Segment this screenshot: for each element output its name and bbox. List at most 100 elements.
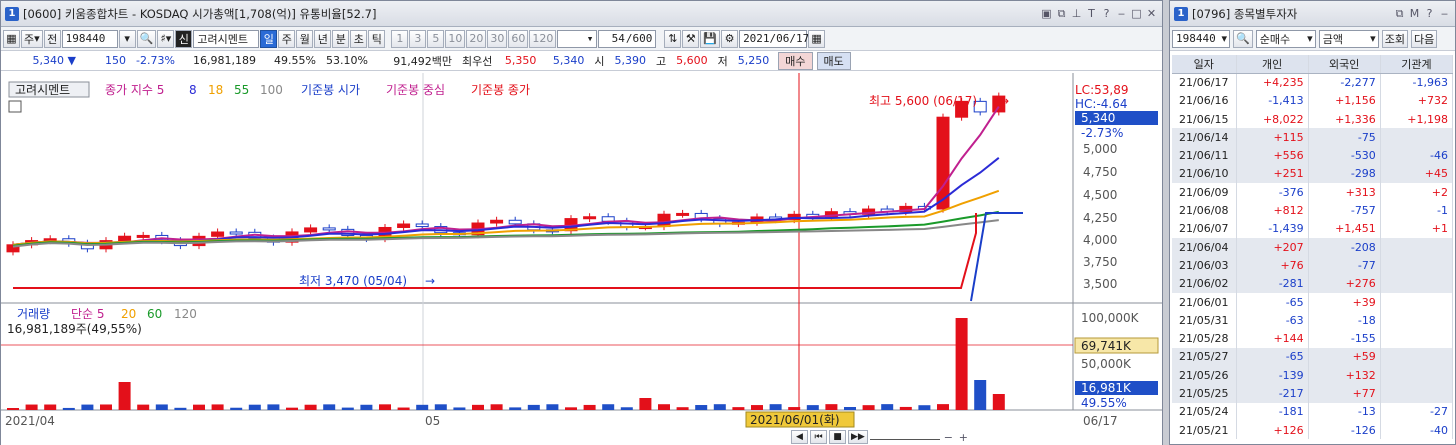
interval-button-60[interactable]: 60 [508,29,529,48]
query-button[interactable]: 조회 [1381,29,1408,48]
investor-table-body: 21/06/17 +4,235 -2,277 -1,963 21/06/16 -1,413… [1172,73,1454,440]
tools-icon[interactable]: ⚒ [682,29,700,48]
pin-icon[interactable]: ⊥ [1070,7,1083,20]
copy-window-icon[interactable]: ⧉ [1393,7,1406,20]
volume-ma-60: 60 [147,307,162,321]
table-row[interactable]: 21/06/03 +76 -77 [1172,256,1454,275]
table-row[interactable]: 21/06/15 +8,022 +1,336 +1,198 [1172,109,1454,129]
copy-window-icon[interactable]: ⧉ [1055,7,1068,20]
font-icon[interactable]: T [1085,7,1098,20]
calendar-icon[interactable]: ▦ [808,29,826,48]
interval-button-120[interactable]: 120 [529,29,557,48]
period-unit-select[interactable]: 주 ▾ [21,29,43,48]
table-row[interactable]: 21/06/07 -1,439 +1,451 +1 [1172,219,1454,238]
tab-period-year[interactable]: 년 [314,29,332,48]
maximize-icon[interactable]: □ [1130,7,1143,20]
interval-button-1[interactable]: 1 [391,29,409,48]
zoom-in-icon[interactable]: + [957,431,970,444]
table-row[interactable]: 21/05/31 -63 -18 [1172,311,1454,330]
x-axis-month: 05 [425,414,440,428]
table-row[interactable]: 21/06/10 +251 -298 +45 [1172,164,1454,184]
chart-type-icon[interactable]: ▦ [3,29,20,48]
tab-period-second[interactable]: 초 [350,29,368,48]
close-icon[interactable]: ✕ [1145,7,1158,20]
code-input[interactable]: 198440 [61,29,118,48]
scroll-left-icon[interactable]: ◀ [791,430,808,444]
minimize-icon[interactable]: ‒ [1115,7,1128,20]
table-row[interactable]: 21/05/21 +126 -126 -40 [1172,420,1454,440]
grid-toggle-icon[interactable] [8,100,22,113]
table-row[interactable]: 21/05/24 -181 -13 -27 [1172,402,1454,421]
table-row[interactable]: 21/06/11 +556 -530 -46 [1172,146,1454,165]
buy-button[interactable]: 매수 [778,51,813,70]
unit-select[interactable]: 금액 ▾ [1318,29,1379,48]
tab-period-tick[interactable]: 틱 [368,29,386,48]
volume-ma-tag: 69,741K [1081,339,1132,353]
interval-custom-select[interactable]: ▾ [557,29,598,48]
menu-icon[interactable]: M [1408,7,1421,20]
restore-grid-icon[interactable]: ▣ [1040,7,1053,20]
cell-foreign: +77 [1308,384,1381,403]
cell-date: 21/06/16 [1172,91,1237,110]
sell-button[interactable]: 매도 [816,51,851,70]
column-header-date[interactable]: 일자 [1172,55,1237,74]
help-icon[interactable]: ? [1423,7,1436,20]
interval-button-20[interactable]: 20 [466,29,487,48]
quote-price: 5,340 ▼ [32,54,76,67]
tab-period-week[interactable]: 주 [278,29,296,48]
investor-search-icon[interactable]: 🔍 [1233,29,1253,48]
interval-button-3[interactable]: 3 [409,29,427,48]
table-row[interactable]: 21/06/01 -65 +39 [1172,292,1454,312]
code-dropdown-icon[interactable]: ▾ [118,29,136,48]
table-row[interactable]: 21/06/04 +207 -208 [1172,237,1454,257]
interval-button-10[interactable]: 10 [445,29,466,48]
investor-code-input[interactable]: 198440 ▾ [1172,29,1230,48]
search-icon[interactable]: 🔍 [136,29,157,48]
cell-foreign: +276 [1308,274,1381,293]
cell-date: 21/05/28 [1172,329,1237,348]
price-chart[interactable]: 고려시멘트 종가 지수 5 8 18 55 100 기준봉 시가 기준봉 중심 … [1,73,1162,445]
help-icon[interactable]: ? [1100,7,1113,20]
volume-bar [974,380,987,410]
zoom-out-icon[interactable]: − [942,431,955,444]
tab-period-month[interactable]: 월 [296,29,314,48]
speaker-icon[interactable]: ♯▾ [157,29,175,48]
quote-float-ratio: 53.10% [326,54,368,67]
column-header-institution[interactable]: 기관계 [1380,55,1454,74]
next-page-icon[interactable]: ▶▶ [848,430,868,444]
volume-bar [527,404,540,410]
table-row[interactable]: 21/06/14 +115 -75 [1172,128,1454,147]
interval-button-30[interactable]: 30 [487,29,508,48]
table-row[interactable]: 21/05/25 -217 +77 [1172,384,1454,403]
zoom-slider[interactable] [869,434,940,440]
volume-bar [379,404,391,410]
table-row[interactable]: 21/06/08 +812 -757 -1 [1172,201,1454,220]
first-page-icon[interactable]: ⏮ [810,430,827,444]
table-row[interactable]: 21/05/27 -65 +59 [1172,347,1454,367]
legend-ma-100: 100 [260,83,283,97]
settings-gear-icon[interactable]: ⚙ [721,29,739,48]
minimize-icon[interactable]: ‒ [1438,7,1451,20]
table-row[interactable]: 21/05/28 +144 -155 [1172,329,1454,348]
indicator-icon[interactable]: ⇅ [664,29,682,48]
count-input[interactable]: 54/600 [598,29,657,48]
column-header-foreign[interactable]: 외국인 [1308,55,1381,74]
mode-select[interactable]: 순매수 ▾ [1255,29,1316,48]
prev-button[interactable]: 전 [43,29,61,48]
interval-button-5[interactable]: 5 [427,29,445,48]
table-row[interactable]: 21/06/17 +4,235 -2,277 -1,963 [1172,73,1454,92]
chart-window-title: [0600] 키움종합차트 - KOSDAQ 시가총액[1,708(억)] 유통… [23,6,377,21]
cell-indiv: -65 [1236,292,1309,312]
table-row[interactable]: 21/06/02 -281 +276 [1172,274,1454,293]
next-button[interactable]: 다음 [1410,29,1438,48]
date-input[interactable]: 2021/06/17 [739,29,809,48]
table-row[interactable]: 21/06/16 -1,413 +1,156 +732 [1172,91,1454,110]
cell-foreign: -77 [1308,256,1381,275]
tab-period-day[interactable]: 일 [260,29,278,48]
table-row[interactable]: 21/05/26 -139 +132 [1172,366,1454,385]
tab-period-minute[interactable]: 분 [332,29,350,48]
column-header-individual[interactable]: 개인 [1236,55,1309,74]
table-row[interactable]: 21/06/09 -376 +313 +2 [1172,183,1454,202]
stop-icon[interactable]: ■ [829,430,846,444]
save-icon[interactable]: 💾 [700,29,721,48]
